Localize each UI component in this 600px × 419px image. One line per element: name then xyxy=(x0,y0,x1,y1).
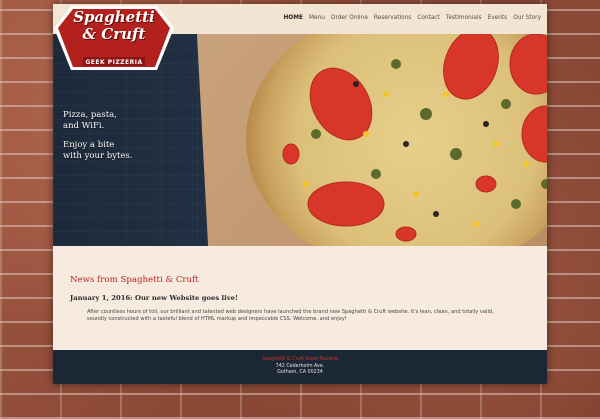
site-page: HOME Menu Order Online Reservations Cont… xyxy=(53,4,547,384)
logo-subtitle: GEEK PIZZERIA xyxy=(85,59,143,66)
news-section: News from Spaghetti & Cruft January 1, 2… xyxy=(53,246,547,350)
logo-title: Spaghetti & Cruft xyxy=(73,8,155,43)
footer-name: Spaghetti & Cruft Geek Pizzeria xyxy=(262,357,338,362)
nav-events[interactable]: Events xyxy=(488,15,508,21)
nav-contact[interactable]: Contact xyxy=(417,15,440,21)
news-heading: News from Spaghetti & Cruft xyxy=(70,275,199,285)
nav-our-story[interactable]: Our Story xyxy=(513,15,541,21)
nav-reservations[interactable]: Reservations xyxy=(374,15,411,21)
nav-home[interactable]: HOME xyxy=(283,15,303,21)
hero-tagline-2: Enjoy a bite with your bytes. xyxy=(63,140,133,161)
post-title: January 1, 2016: Our new Website goes li… xyxy=(70,294,238,302)
pizza-image xyxy=(246,34,547,246)
post-body: After countless hours of toil, our brill… xyxy=(87,309,494,323)
site-footer: Spaghetti & Cruft Geek Pizzeria 742 Cede… xyxy=(53,350,547,384)
hero-tagline-1: Pizza, pasta, and WiFi. xyxy=(63,110,117,131)
nav-order-online[interactable]: Order Online xyxy=(331,15,368,21)
nav-testimonials[interactable]: Testimonials xyxy=(446,15,482,21)
site-logo[interactable]: Spaghetti & Cruft GEEK PIZZERIA xyxy=(53,4,175,72)
main-nav: HOME Menu Order Online Reservations Cont… xyxy=(283,15,541,21)
footer-address-line-2: Gotham, CA 00234 xyxy=(277,370,323,376)
nav-menu[interactable]: Menu xyxy=(309,15,325,21)
